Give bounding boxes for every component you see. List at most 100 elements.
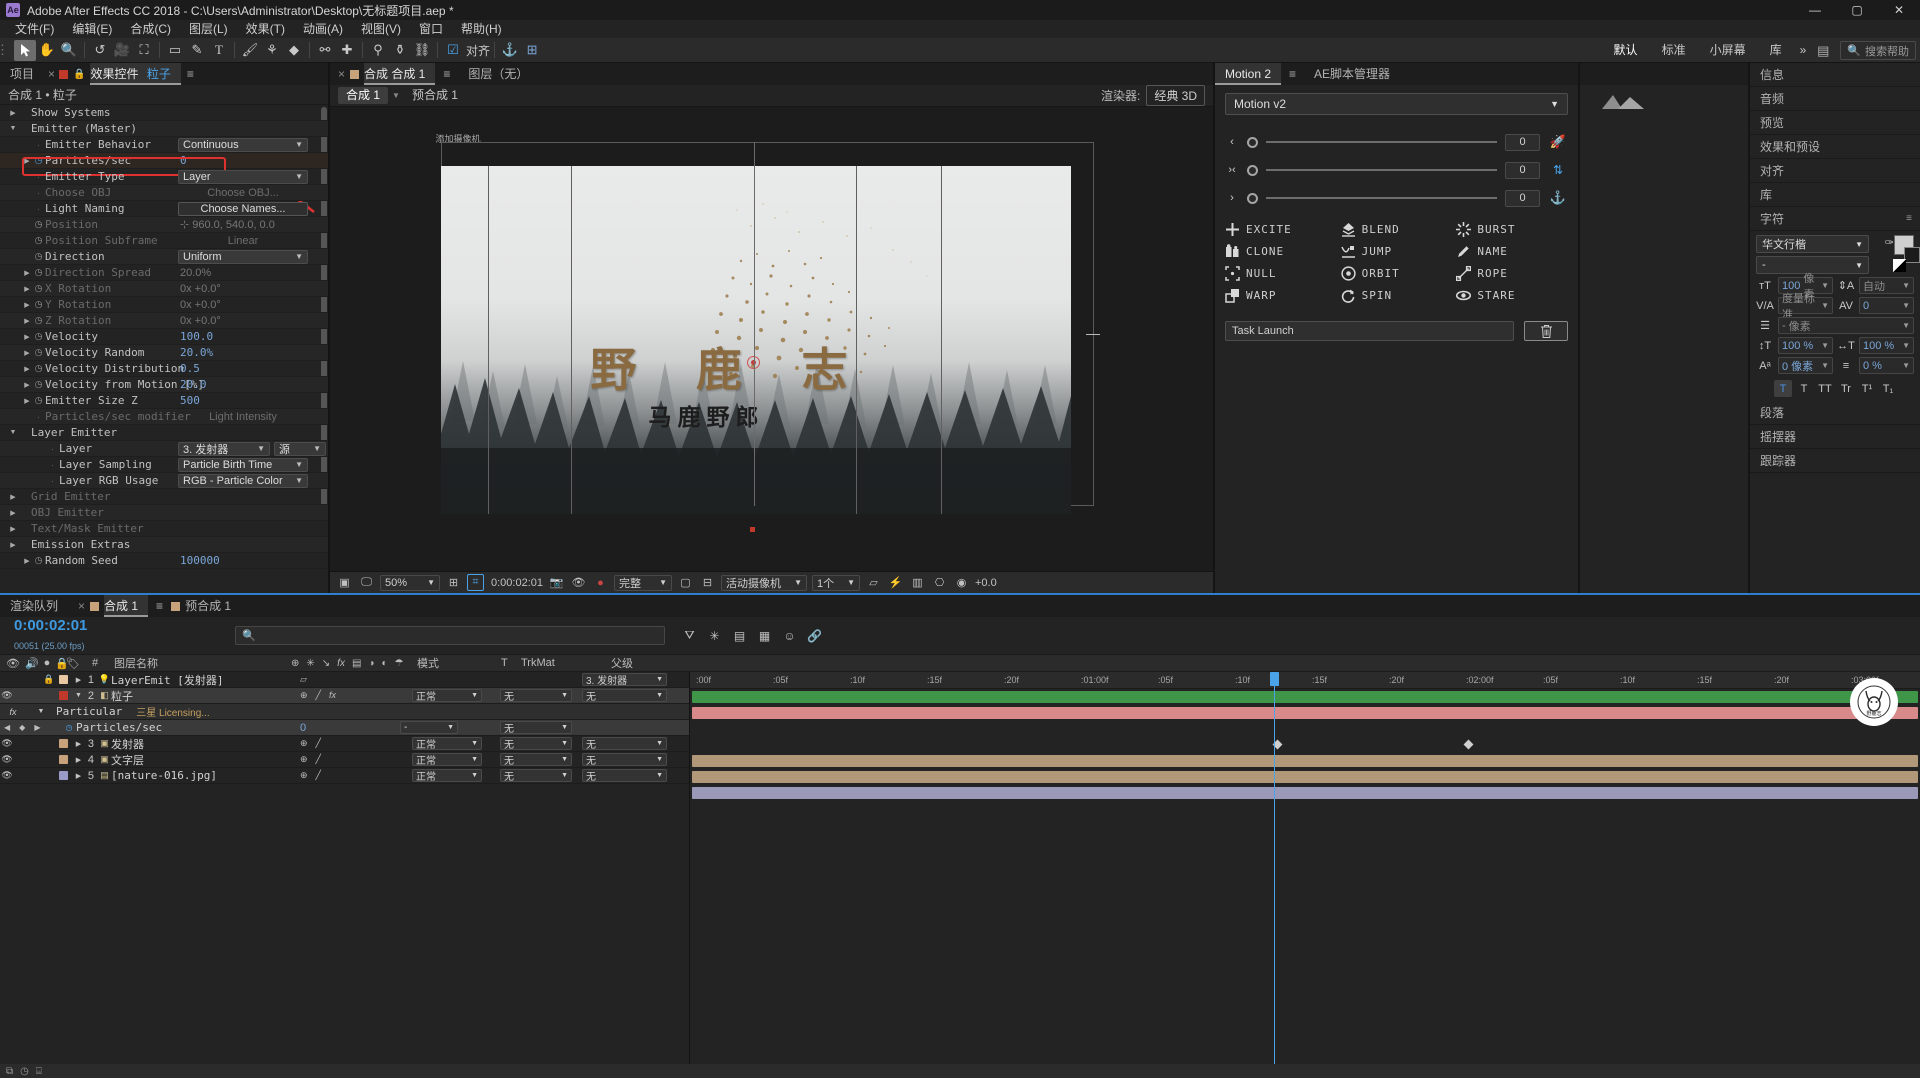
- ease-out-value[interactable]: 0: [1505, 190, 1540, 207]
- selection-tool-icon[interactable]: [14, 40, 36, 61]
- pen-tool-icon[interactable]: ✎: [186, 40, 208, 61]
- menu-item-0[interactable]: 文件(F): [6, 20, 63, 38]
- layer-switches[interactable]: ▱: [300, 674, 307, 685]
- layer-mode-select[interactable]: 正常▼: [412, 689, 482, 702]
- ease-both-track[interactable]: [1266, 169, 1497, 171]
- grip-handle-icon[interactable]: ⋮⋮: [4, 40, 14, 61]
- effect-expand-triangle-icon[interactable]: ▼: [26, 708, 56, 715]
- right-panel-item-字符[interactable]: 字符≡: [1750, 207, 1920, 231]
- current-time-indicator-head[interactable]: [1270, 672, 1279, 686]
- triangle-right-icon[interactable]: ▶: [8, 525, 18, 533]
- text-style-button-1[interactable]: T: [1795, 380, 1813, 397]
- ease-in-value[interactable]: 0: [1505, 134, 1540, 151]
- ease-out-knob[interactable]: [1247, 193, 1258, 204]
- exposure-reset-icon[interactable]: ◉: [953, 574, 970, 591]
- switch-3d-icon[interactable]: ⊕: [300, 770, 308, 781]
- layer-parent-select[interactable]: 无▼: [582, 737, 667, 750]
- effect-row-13[interactable]: ▶◷Z Rotation0x +0.0°: [0, 313, 328, 329]
- switch-motion-blur-icon[interactable]: ✳: [306, 658, 314, 669]
- switch-collapse-icon[interactable]: ▤: [352, 658, 361, 669]
- layer-switches[interactable]: ⊕╱: [300, 770, 321, 781]
- tab-ae-script-manager[interactable]: AE脚本管理器: [1304, 63, 1400, 85]
- lock-icon[interactable]: 🔒: [73, 69, 85, 80]
- camera-tool-icon[interactable]: 🎥: [111, 40, 133, 61]
- property-dropdown[interactable]: -▼: [400, 721, 458, 734]
- right-panel-item-库[interactable]: 库: [1750, 183, 1920, 207]
- effect-name[interactable]: Particular: [56, 705, 122, 718]
- eye-column-icon[interactable]: 👁: [6, 657, 20, 670]
- fx-icon[interactable]: fx: [0, 707, 26, 717]
- stopwatch-icon[interactable]: ◷: [32, 315, 45, 326]
- timeline-current-time[interactable]: 0:00:02:01: [14, 617, 215, 634]
- right-panel-item-跟踪器[interactable]: 跟踪器: [1750, 449, 1920, 473]
- layer-label-color[interactable]: [59, 755, 68, 764]
- text-style-button-2[interactable]: TT: [1816, 380, 1834, 397]
- effect-row-value[interactable]: 0.5: [180, 362, 200, 375]
- effect-row-value[interactable]: 100000: [180, 554, 220, 567]
- right-panel-item-效果和预设[interactable]: 效果和预设: [1750, 135, 1920, 159]
- prev-keyframe-icon[interactable]: ◀: [4, 723, 10, 732]
- stopwatch-icon[interactable]: ◷: [32, 251, 45, 262]
- layer-expand-triangle-icon[interactable]: ▶: [73, 740, 84, 748]
- timeline-layer-row[interactable]: 👁▶4▣文字层正常▼无▼无▼⊕╱: [0, 752, 689, 768]
- view-count-select[interactable]: 1个 ▼: [812, 575, 860, 591]
- timeline-layer-bar[interactable]: [692, 707, 1918, 719]
- toggle-mask-icon[interactable]: ▢: [677, 574, 694, 591]
- menu-item-1[interactable]: 编辑(E): [63, 20, 121, 38]
- kerning-input[interactable]: 度量标准 ▼: [1778, 297, 1833, 314]
- effect-row-dropdown[interactable]: Particle Birth Time▼: [178, 458, 308, 472]
- timeline-tab-menu-icon[interactable]: ≡: [148, 599, 171, 613]
- effect-row-2[interactable]: ·Emitter BehaviorContinuous▼: [0, 137, 328, 153]
- tab-effect-controls[interactable]: 效果控件 粒子: [90, 63, 180, 85]
- maximize-button[interactable]: ▢: [1836, 0, 1878, 20]
- tsume-input[interactable]: 0 % ▼: [1859, 357, 1914, 374]
- effect-row-value[interactable]: 0: [180, 154, 187, 167]
- ease-in-track[interactable]: [1266, 141, 1497, 143]
- no-fill-icon[interactable]: [1893, 259, 1906, 272]
- ease-in-knob[interactable]: [1247, 137, 1258, 148]
- timeline-effect-row[interactable]: fx▼Particular三星 Licensing...: [0, 704, 689, 720]
- region-of-interest-icon[interactable]: ⌗: [467, 574, 484, 591]
- effect-row-6[interactable]: ·Light NamingChoose Names...: [0, 201, 328, 217]
- triangle-right-icon[interactable]: ▶: [22, 301, 32, 309]
- effect-row-18[interactable]: ▶◷Emitter Size Z500: [0, 393, 328, 409]
- pan-behind-tool-icon[interactable]: ⛶: [133, 40, 155, 61]
- workspace-standard[interactable]: 标准: [1650, 38, 1698, 63]
- switch-adjust-icon[interactable]: ↘: [322, 658, 330, 669]
- effect-row-value[interactable]: 20.0%: [180, 346, 213, 359]
- layer-label-color[interactable]: [59, 691, 68, 700]
- stopwatch-icon[interactable]: ◷: [32, 235, 45, 246]
- timeline-tab-2[interactable]: 预合成 1: [185, 595, 241, 617]
- channel-rgb-icon[interactable]: ●: [592, 574, 609, 591]
- motion-version-select[interactable]: Motion v2 ▼: [1225, 93, 1568, 115]
- frame-blend-icon[interactable]: ▤: [729, 626, 750, 645]
- effect-row-1[interactable]: ▼Emitter (Master): [0, 121, 328, 137]
- layer-mode-select[interactable]: 正常▼: [412, 769, 482, 782]
- composition-viewer[interactable]: 添加摄像机: [330, 107, 1213, 571]
- layer-eye-toggle[interactable]: 👁: [0, 738, 14, 749]
- timeline-layer-row[interactable]: 🔒▶1💡LayerEmit [发射器]3. 发射器▼▱: [0, 672, 689, 688]
- view-comp1-button[interactable]: 合成 1: [338, 87, 388, 104]
- add-keyframe-icon[interactable]: ◆: [19, 723, 25, 732]
- stroke-color-swatch[interactable]: [1904, 247, 1920, 263]
- menu-item-8[interactable]: 帮助(H): [452, 20, 511, 38]
- triangle-right-icon[interactable]: ▶: [22, 333, 32, 341]
- switch-3d-icon[interactable]: ⊕: [300, 690, 308, 701]
- effect-row-12[interactable]: ▶◷Y Rotation0x +0.0°: [0, 297, 328, 313]
- motion-button-null[interactable]: NULL: [1225, 263, 1337, 283]
- layer-trkmat-select[interactable]: 无▼: [500, 737, 572, 750]
- effect-row-17[interactable]: ▶◷Velocity from Motion [%]20.0: [0, 377, 328, 393]
- effect-row-button[interactable]: Choose Names...: [178, 202, 308, 216]
- resolution-select[interactable]: 完整 ▼: [614, 575, 672, 591]
- type-tool-icon[interactable]: T: [208, 40, 230, 61]
- switch-3d-icon[interactable]: ⊕: [300, 754, 308, 765]
- font-family-select[interactable]: 华文行楷 ▼: [1756, 235, 1869, 253]
- effect-row-3[interactable]: ▶◷Particles/sec0: [0, 153, 328, 169]
- label-column-icon[interactable]: 🏷: [62, 657, 84, 670]
- triangle-right-icon[interactable]: ▶: [22, 381, 32, 389]
- workspace-library[interactable]: 库: [1758, 38, 1794, 63]
- selection-handle-right[interactable]: [1086, 334, 1100, 335]
- hand-tool-icon[interactable]: ✋: [36, 40, 58, 61]
- layer-parent-select[interactable]: 无▼: [582, 689, 667, 702]
- layer-expand-triangle-icon[interactable]: ▶: [73, 772, 84, 780]
